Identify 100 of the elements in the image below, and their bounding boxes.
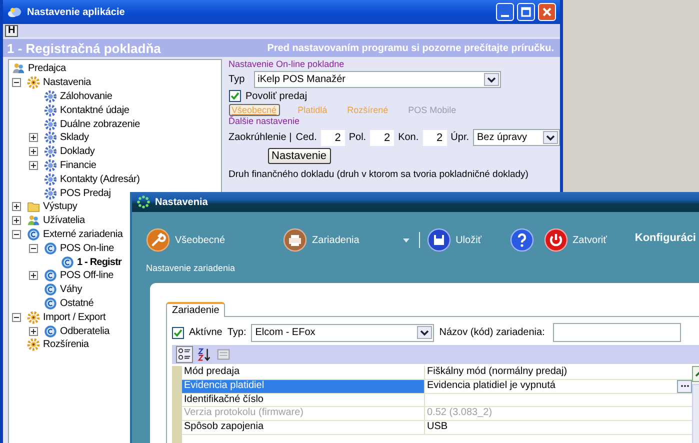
printer-icon xyxy=(283,228,308,252)
help-icon xyxy=(510,228,534,252)
type-dropdown[interactable]: iKelp POS Manažér xyxy=(254,71,501,88)
tree-item[interactable]: Odberatelia xyxy=(60,326,110,337)
dropdown-arrow-icon[interactable] xyxy=(403,238,410,242)
gear-icon xyxy=(44,104,57,117)
tree-item[interactable]: Doklady xyxy=(60,146,95,158)
plus-icon[interactable] xyxy=(29,271,38,280)
tree-item[interactable]: POS On-line xyxy=(60,242,114,254)
checkmark-icon xyxy=(173,328,183,338)
minus-icon[interactable] xyxy=(12,230,21,239)
doc-type-label: Druh finančného dokladu (druh v ktorom sa tvoria pokladničné doklady) xyxy=(228,169,530,180)
name-label: Názov (kód) zariadenia: xyxy=(439,327,545,338)
minimize-icon xyxy=(501,15,509,17)
tree-item[interactable]: POS Predaj xyxy=(60,188,111,199)
tree-item[interactable]: Užívatelia xyxy=(43,215,85,226)
type-dropdown[interactable]: Elcom - EFox xyxy=(251,324,434,342)
adjust-dropdown[interactable]: Bez úpravy xyxy=(473,129,560,146)
minus-icon[interactable] xyxy=(12,78,21,88)
toolbar-button[interactable]: Všeobecné xyxy=(146,228,226,252)
gear-icon xyxy=(27,76,40,90)
tree-item[interactable]: Zálohovanie xyxy=(60,90,112,102)
number-field[interactable]: 2 xyxy=(320,130,345,146)
ellipsis-button[interactable] xyxy=(677,380,692,393)
checkbox[interactable] xyxy=(172,326,184,338)
property-value: USB xyxy=(427,421,448,434)
tree-item[interactable]: POS Off-line xyxy=(60,270,114,282)
field-label: Ced. xyxy=(296,132,317,143)
tree-item[interactable]: Nastavenia xyxy=(43,77,92,88)
ellipsis-icon xyxy=(680,384,690,388)
power-icon xyxy=(544,228,568,252)
cloud-icon xyxy=(7,5,22,19)
minimize-button[interactable] xyxy=(496,3,514,21)
gear-icon xyxy=(44,172,57,186)
tree-item[interactable]: Rozšírenia xyxy=(43,339,89,350)
gear-icon xyxy=(27,338,40,352)
property-row[interactable]: Evidencia platidiel Evidencia platidiel je vypnutá xyxy=(182,380,692,394)
tree-item[interactable]: Kontakty (Adresár) xyxy=(60,174,140,185)
property-name: Evidencia platidiel xyxy=(182,380,425,393)
checkmark-icon xyxy=(230,91,240,101)
tree-item[interactable]: Financie xyxy=(60,160,96,171)
number-field[interactable]: 2 xyxy=(370,130,394,146)
toolbar-button[interactable]: Zariadenia xyxy=(283,228,360,252)
tree-item[interactable]: Sklady xyxy=(60,132,89,144)
field-label: Kon. xyxy=(398,132,419,143)
tree-item[interactable]: Import / Export xyxy=(43,312,106,323)
property-value: Fiškálny mód (normálny predaj) xyxy=(427,366,568,379)
tree-item[interactable]: Kontaktné údaje xyxy=(60,104,130,116)
property-name: Identifikačné číslo xyxy=(182,394,425,406)
tab[interactable]: Zariadenie xyxy=(166,302,226,317)
sort-icon[interactable] xyxy=(197,347,212,362)
gear-icon xyxy=(44,186,57,200)
property-name: Mód predaja xyxy=(182,366,425,379)
gear-icon xyxy=(44,145,57,158)
minus-icon[interactable] xyxy=(12,312,21,322)
plus-icon[interactable] xyxy=(29,133,38,142)
checkbox-label: Povoliť predaj xyxy=(246,90,308,102)
property-row[interactable]: Identifikačné číslo xyxy=(182,394,692,408)
tree-item[interactable]: Externé zariadenia xyxy=(43,228,123,240)
checkbox[interactable] xyxy=(228,90,241,102)
checkbox-label: Aktívne xyxy=(189,327,222,338)
window-title: Nastavenia xyxy=(155,196,208,208)
minus-icon[interactable] xyxy=(29,244,38,253)
plus-icon[interactable] xyxy=(12,216,21,226)
chevron-down-icon xyxy=(546,134,555,140)
tree-item[interactable]: Výstupy xyxy=(43,201,78,212)
field-label: Úpr. xyxy=(450,132,469,143)
maximize-icon xyxy=(520,6,532,18)
field-label: Pol. xyxy=(348,132,366,143)
toolbar-button[interactable]: Uložiť xyxy=(426,228,482,252)
tree-item[interactable]: Duálne zobrazenie xyxy=(60,118,140,130)
toolbar-button[interactable] xyxy=(510,228,534,252)
plus-icon[interactable] xyxy=(12,202,21,212)
disc-icon xyxy=(44,296,57,310)
disc-icon xyxy=(27,228,40,241)
gear-icon xyxy=(44,118,57,131)
settings-button[interactable]: Nastavenie xyxy=(268,148,331,164)
disc-icon xyxy=(44,242,57,255)
plus-icon[interactable] xyxy=(29,326,38,336)
close-button[interactable] xyxy=(538,3,556,21)
name-field[interactable] xyxy=(552,323,681,342)
gear-icon xyxy=(44,131,57,144)
tree-item[interactable]: Váhy xyxy=(60,284,82,296)
maximize-button[interactable] xyxy=(517,3,535,21)
more-settings-link[interactable]: Ďalšie nastavenie xyxy=(228,116,560,126)
folder-icon xyxy=(27,200,40,214)
heading: Konfiguráci xyxy=(634,232,696,244)
tree-item[interactable]: 1 - Registr xyxy=(77,256,122,268)
plus-icon[interactable] xyxy=(29,160,38,170)
tree-item[interactable]: Ostatné xyxy=(60,298,94,309)
number-field[interactable]: 2 xyxy=(422,130,447,146)
wrench-icon xyxy=(146,228,170,252)
help-button[interactable]: H xyxy=(5,24,18,36)
tree-item[interactable]: Predajca xyxy=(28,63,66,74)
categorized-icon[interactable] xyxy=(176,346,193,363)
gear-icon xyxy=(44,90,57,103)
floppy-disk-icon xyxy=(426,228,451,252)
plus-icon[interactable] xyxy=(29,147,38,156)
property-row[interactable]: Spôsob zapojenia USB xyxy=(182,421,692,435)
toolbar-button[interactable]: Zatvoriť xyxy=(544,228,607,252)
